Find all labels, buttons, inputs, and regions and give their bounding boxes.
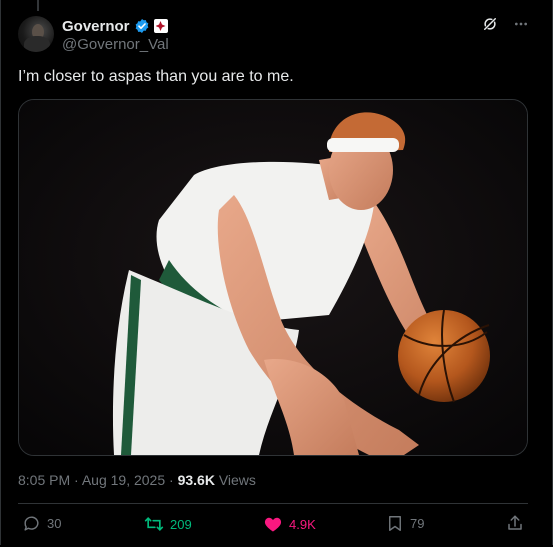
grok-icon[interactable] xyxy=(481,15,499,33)
author-name[interactable]: Governor xyxy=(62,18,130,35)
avatar[interactable] xyxy=(18,16,54,52)
top-actions xyxy=(481,15,529,33)
more-icon[interactable] xyxy=(513,16,529,32)
repost-button[interactable]: 209 xyxy=(144,514,192,534)
basketball-player-photo xyxy=(19,100,527,455)
bookmark-icon xyxy=(389,516,401,531)
views-count: 93.6K xyxy=(177,472,215,488)
share-button[interactable] xyxy=(506,514,524,532)
bookmark-button[interactable]: 79 xyxy=(386,514,424,533)
meta-separator: · xyxy=(74,472,79,488)
action-bar: 30 209 4.9K 79 xyxy=(22,514,532,538)
repost-count: 209 xyxy=(170,516,192,532)
affiliate-badge-icon[interactable] xyxy=(153,19,168,33)
author-handle[interactable]: @Governor_Val xyxy=(62,36,169,53)
author-row: Governor xyxy=(62,16,168,36)
tweet-date[interactable]: Aug 19, 2025 xyxy=(82,472,165,488)
tweet-text: I’m closer to aspas than you are to me. xyxy=(18,68,294,85)
thread-line xyxy=(37,0,39,11)
tweet-meta: 8:05 PM · Aug 19, 2025 · 93.6K Views xyxy=(18,472,256,488)
reply-button[interactable]: 30 xyxy=(22,514,61,533)
reply-icon xyxy=(24,516,39,531)
tweet-image[interactable] xyxy=(18,99,528,456)
like-button[interactable]: 4.9K xyxy=(263,514,316,534)
share-icon xyxy=(508,515,522,530)
views-label: Views xyxy=(218,472,256,488)
tweet-time[interactable]: 8:05 PM xyxy=(18,472,70,488)
reply-count: 30 xyxy=(47,516,62,531)
verified-icon xyxy=(135,19,148,33)
repost-icon xyxy=(144,517,164,531)
like-count: 4.9K xyxy=(289,516,316,532)
like-icon xyxy=(264,517,282,532)
divider xyxy=(18,503,528,504)
meta-separator: · xyxy=(169,472,174,488)
bookmark-count: 79 xyxy=(410,516,425,531)
